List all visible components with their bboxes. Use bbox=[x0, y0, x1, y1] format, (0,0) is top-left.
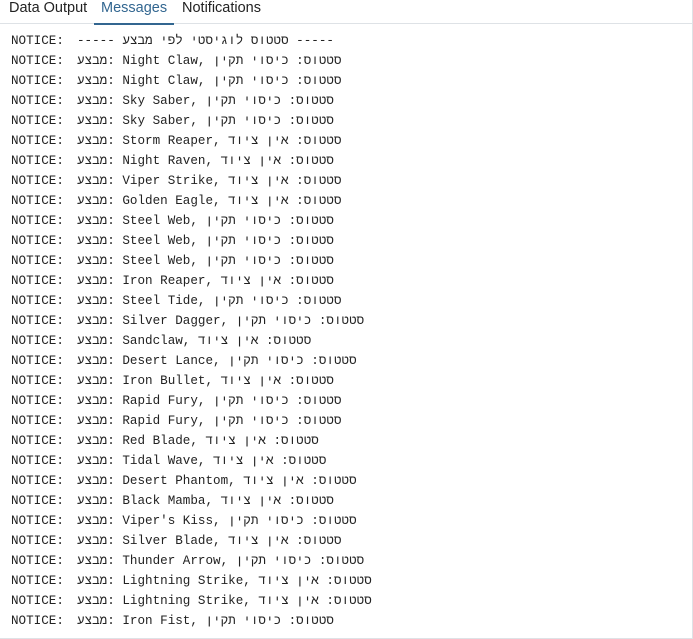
message-text: מבצע: Steel Tide, סטטוס: כיסוי תקין bbox=[77, 294, 342, 308]
message-text: מבצע: Steel Web, סטטוס: כיסוי תקין bbox=[77, 214, 334, 228]
message-text: מבצע: Iron Reaper, סטטוס: אין ציוד bbox=[77, 274, 334, 288]
message-level: NOTICE: bbox=[11, 454, 64, 468]
message-level: NOTICE: bbox=[11, 514, 64, 528]
message-line: NOTICE: מבצע: Night Claw, סטטוס: כיסוי תק… bbox=[11, 51, 342, 71]
message-text: ----- סטטוס לוגיסטי לפי מבצע ----- bbox=[77, 34, 334, 48]
message-line: NOTICE: מבצע: Sky Saber, סטטוס: כיסוי תקי… bbox=[11, 91, 334, 111]
message-level: NOTICE: bbox=[11, 374, 64, 388]
message-text: מבצע: Iron Bullet, סטטוס: אין ציוד bbox=[77, 374, 334, 388]
tab-notifications[interactable]: Notifications bbox=[182, 0, 261, 23]
message-text: מבצע: Black Mamba, סטטוס: אין ציוד bbox=[77, 494, 334, 508]
message-text: מבצע: Sky Saber, סטטוס: כיסוי תקין bbox=[77, 94, 334, 108]
message-level: NOTICE: bbox=[11, 234, 64, 248]
message-line: NOTICE: מבצע: Thunder Arrow, סטטוס: כיסוי… bbox=[11, 551, 364, 571]
message-text: מבצע: Steel Web, סטטוס: כיסוי תקין bbox=[77, 234, 334, 248]
message-level: NOTICE: bbox=[11, 334, 64, 348]
message-line: NOTICE: מבצע: Iron Fist, סטטוס: כיסוי תקי… bbox=[11, 611, 334, 631]
message-level: NOTICE: bbox=[11, 274, 64, 288]
message-level: NOTICE: bbox=[11, 434, 64, 448]
message-level: NOTICE: bbox=[11, 54, 64, 68]
message-line: NOTICE: מבצע: Steel Tide, סטטוס: כיסוי תק… bbox=[11, 291, 342, 311]
message-text: מבצע: Viper's Kiss, סטטוס: כיסוי תקין bbox=[77, 514, 357, 528]
message-level: NOTICE: bbox=[11, 594, 64, 608]
message-level: NOTICE: bbox=[11, 414, 64, 428]
message-text: מבצע: Silver Dagger, סטטוס: כיסוי תקין bbox=[77, 314, 365, 328]
message-text: מבצע: Iron Fist, סטטוס: כיסוי תקין bbox=[77, 614, 334, 628]
tab-messages[interactable]: Messages bbox=[94, 0, 175, 25]
message-line: NOTICE: מבצע: Night Claw, סטטוס: כיסוי תק… bbox=[11, 71, 342, 91]
message-level: NOTICE: bbox=[11, 134, 64, 148]
message-level: NOTICE: bbox=[11, 214, 64, 228]
message-level: NOTICE: bbox=[11, 294, 64, 308]
message-level: NOTICE: bbox=[11, 74, 64, 88]
message-level: NOTICE: bbox=[11, 194, 64, 208]
message-line: NOTICE: מבצע: Storm Reaper, סטטוס: אין צי… bbox=[11, 131, 342, 151]
message-text: מבצע: Night Claw, סטטוס: כיסוי תקין bbox=[77, 74, 342, 88]
message-line: NOTICE: מבצע: Iron Reaper, סטטוס: אין ציו… bbox=[11, 271, 334, 291]
message-line: NOTICE: מבצע: Black Mamba, סטטוס: אין ציו… bbox=[11, 491, 334, 511]
message-line: NOTICE: מבצע: Viper's Kiss, סטטוס: כיסוי … bbox=[11, 511, 357, 531]
message-level: NOTICE: bbox=[11, 354, 64, 368]
message-text: מבצע: Sandclaw, סטטוס: אין ציוד bbox=[77, 334, 312, 348]
message-text: מבצע: Storm Reaper, סטטוס: אין ציוד bbox=[77, 134, 342, 148]
message-line: NOTICE: מבצע: Steel Web, סטטוס: כיסוי תקי… bbox=[11, 231, 334, 251]
message-level: NOTICE: bbox=[11, 494, 64, 508]
message-text: מבצע: Rapid Fury, סטטוס: כיסוי תקין bbox=[77, 414, 342, 428]
message-level: NOTICE: bbox=[11, 114, 64, 128]
message-line: NOTICE: מבצע: Sky Saber, סטטוס: כיסוי תקי… bbox=[11, 111, 334, 131]
message-text: מבצע: Red Blade, סטטוס: אין ציוד bbox=[77, 434, 319, 448]
message-level: NOTICE: bbox=[11, 534, 64, 548]
message-level: NOTICE: bbox=[11, 254, 64, 268]
message-line: NOTICE: מבצע: Silver Blade, סטטוס: אין צי… bbox=[11, 531, 342, 551]
message-level: NOTICE: bbox=[11, 574, 64, 588]
message-line: NOTICE: מבצע: Desert Lance, סטטוס: כיסוי … bbox=[11, 351, 357, 371]
message-text: מבצע: Night Claw, סטטוס: כיסוי תקין bbox=[77, 54, 342, 68]
message-level: NOTICE: bbox=[11, 614, 64, 628]
message-level: NOTICE: bbox=[11, 34, 64, 48]
message-text: מבצע: Steel Web, סטטוס: כיסוי תקין bbox=[77, 254, 334, 268]
message-line: NOTICE: מבצע: Rapid Fury, סטטוס: כיסוי תק… bbox=[11, 411, 342, 431]
message-line: NOTICE: מבצע: Silver Dagger, סטטוס: כיסוי… bbox=[11, 311, 364, 331]
message-level: NOTICE: bbox=[11, 474, 64, 488]
message-text: מבצע: Silver Blade, סטטוס: אין ציוד bbox=[77, 534, 342, 548]
results-tab-bar: Data Output Messages Notifications bbox=[0, 0, 693, 25]
message-line: NOTICE: מבצע: Iron Bullet, סטטוס: אין ציו… bbox=[11, 371, 334, 391]
message-line: NOTICE: מבצע: Lightning Strike, סטטוס: אי… bbox=[11, 591, 372, 611]
message-text: מבצע: Sky Saber, סטטוס: כיסוי תקין bbox=[77, 114, 334, 128]
message-text: מבצע: Thunder Arrow, סטטוס: כיסוי תקין bbox=[77, 554, 365, 568]
message-line: NOTICE: מבצע: Tidal Wave, סטטוס: אין ציוד bbox=[11, 451, 326, 471]
message-text: מבצע: Golden Eagle, סטטוס: אין ציוד bbox=[77, 194, 342, 208]
message-line: NOTICE: מבצע: Lightning Strike, סטטוס: אי… bbox=[11, 571, 372, 591]
message-line: NOTICE: מבצע: Viper Strike, סטטוס: אין צי… bbox=[11, 171, 342, 191]
message-text: מבצע: Lightning Strike, סטטוס: אין ציוד bbox=[77, 574, 372, 588]
message-line: NOTICE: מבצע: Golden Eagle, סטטוס: אין צי… bbox=[11, 191, 342, 211]
message-level: NOTICE: bbox=[11, 314, 64, 328]
message-line: NOTICE: ----- סטטוס לוגיסטי לפי מבצע ----… bbox=[11, 31, 334, 51]
message-level: NOTICE: bbox=[11, 174, 64, 188]
message-level: NOTICE: bbox=[11, 554, 64, 568]
message-text: מבצע: Viper Strike, סטטוס: אין ציוד bbox=[77, 174, 342, 188]
message-text: מבצע: Desert Lance, סטטוס: כיסוי תקין bbox=[77, 354, 357, 368]
message-line: NOTICE: מבצע: Night Raven, סטטוס: אין ציו… bbox=[11, 151, 334, 171]
message-text: מבצע: Rapid Fury, סטטוס: כיסוי תקין bbox=[77, 394, 342, 408]
message-text: מבצע: Desert Phantom, סטטוס: אין ציוד bbox=[77, 474, 357, 488]
message-level: NOTICE: bbox=[11, 94, 64, 108]
message-line: NOTICE: מבצע: Desert Phantom, סטטוס: אין … bbox=[11, 471, 357, 491]
message-text: מבצע: Night Raven, סטטוס: אין ציוד bbox=[77, 154, 334, 168]
tab-data-output[interactable]: Data Output bbox=[9, 0, 87, 23]
message-line: NOTICE: מבצע: Steel Web, סטטוס: כיסוי תקי… bbox=[11, 251, 334, 271]
message-line: NOTICE: מבצע: Sandclaw, סטטוס: אין ציוד bbox=[11, 331, 311, 351]
message-text: מבצע: Tidal Wave, סטטוס: אין ציוד bbox=[77, 454, 327, 468]
message-line: NOTICE: מבצע: Rapid Fury, סטטוס: כיסוי תק… bbox=[11, 391, 342, 411]
message-line: NOTICE: מבצע: Red Blade, סטטוס: אין ציוד bbox=[11, 431, 319, 451]
messages-panel[interactable]: NOTICE: ----- סטטוס לוגיסטי לפי מבצע ----… bbox=[0, 25, 693, 639]
message-line: NOTICE: מבצע: Steel Web, סטטוס: כיסוי תקי… bbox=[11, 211, 334, 231]
message-level: NOTICE: bbox=[11, 394, 64, 408]
message-level: NOTICE: bbox=[11, 154, 64, 168]
message-text: מבצע: Lightning Strike, סטטוס: אין ציוד bbox=[77, 594, 372, 608]
